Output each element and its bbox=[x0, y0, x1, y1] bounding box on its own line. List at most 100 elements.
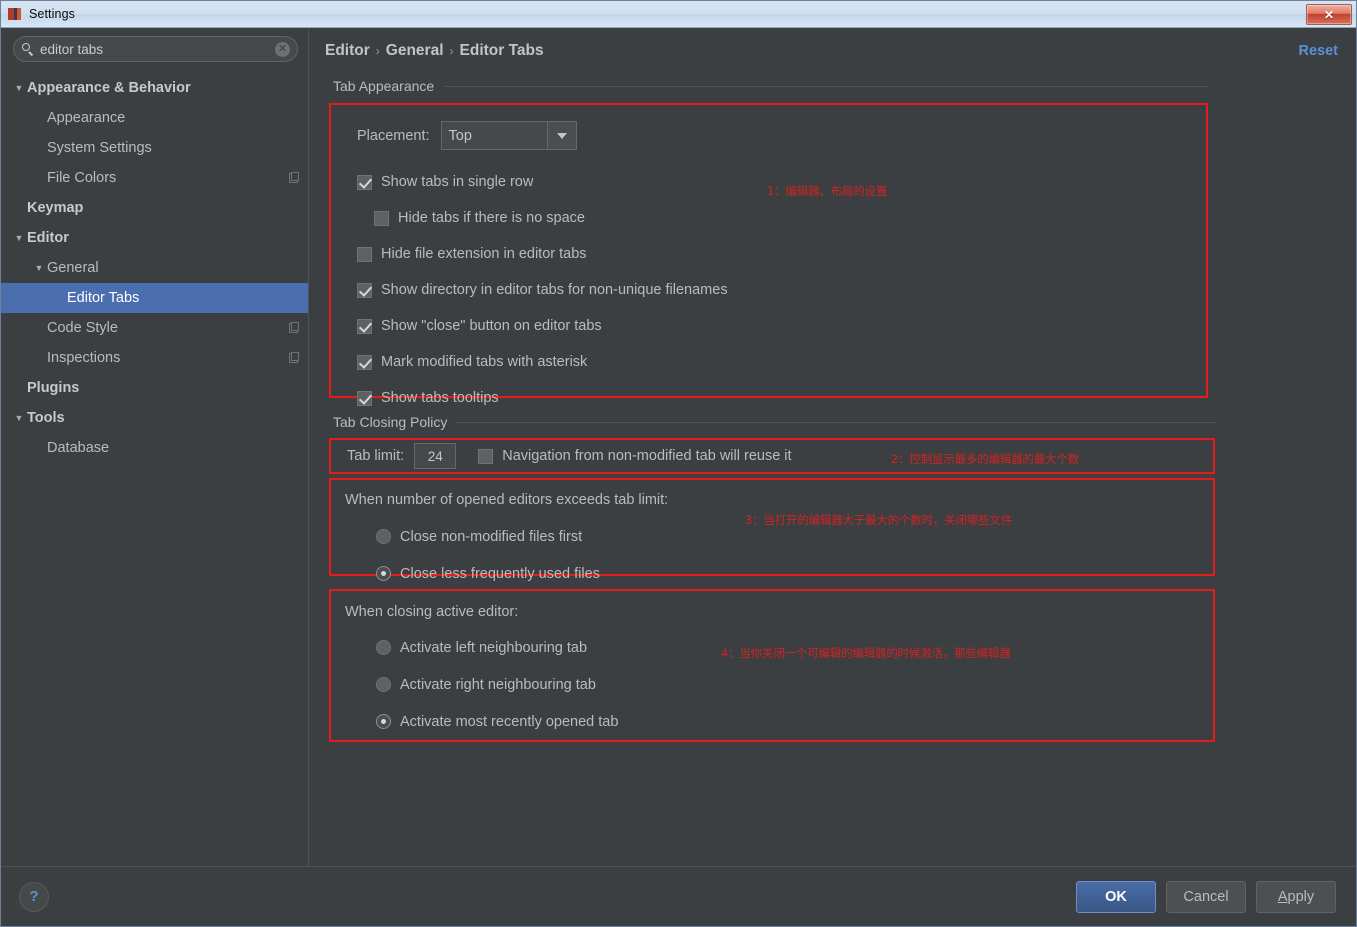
sidebar-item-plugins[interactable]: Plugins bbox=[1, 373, 308, 403]
content-row: ✕ ▼Appearance & BehaviorAppearanceSystem… bbox=[1, 28, 1356, 866]
closing-editor-highlight-box: When closing active editor: Activate lef… bbox=[329, 589, 1215, 742]
divider-2 bbox=[457, 421, 1215, 423]
cancel-button[interactable]: Cancel bbox=[1166, 880, 1246, 913]
chevron-down-icon[interactable]: ▼ bbox=[11, 233, 27, 243]
closing-group-title: When closing active editor: bbox=[345, 604, 519, 620]
sidebar-item-label: Tools bbox=[27, 410, 65, 426]
chevron-down-icon[interactable]: ▼ bbox=[11, 413, 27, 423]
settings-tree: ▼ Appearance & Behavior Appearance System S… bbox=[1, 69, 308, 866]
sidebar-item-label: Code Style bbox=[47, 320, 118, 336]
sidebar-item-system-settings[interactable]: System Settings bbox=[1, 133, 308, 163]
radio-activate-left-neighbouring-tab[interactable] bbox=[376, 640, 391, 655]
sidebar-item-appearance[interactable]: Appearance bbox=[1, 103, 308, 133]
checkbox-hide-tabs-if-there-is-no-space[interactable] bbox=[374, 210, 389, 226]
annotation-note-4: 4：当你关闭一个可编辑的编辑器的时候激活，那些编辑器 bbox=[721, 646, 1011, 660]
tab-appearance-checkbox-list: Show tabs in single row Hide tabs if ther… bbox=[357, 164, 1206, 416]
tab-appearance-title: Tab Appearance bbox=[333, 78, 435, 94]
settings-sidebar: ✕ ▼Appearance & BehaviorAppearanceSystem… bbox=[1, 28, 309, 866]
radio-activate-right-neighbouring-tab[interactable] bbox=[376, 677, 391, 692]
sidebar-item-label: Plugins bbox=[27, 380, 80, 396]
checkbox-show-close-button-on-editor-tabs[interactable] bbox=[357, 318, 372, 334]
settings-main-panel: Editor › General › Editor Tabs Reset Tab… bbox=[309, 28, 1356, 866]
search-icon bbox=[22, 42, 35, 56]
help-button[interactable]: ? bbox=[19, 881, 49, 912]
exceeds-group-title: When number of opened editors exceeds ta… bbox=[345, 492, 669, 508]
checkbox-label: Hide file extension in editor tabs bbox=[381, 246, 587, 262]
sidebar-item-label: Appearance & Behavior bbox=[27, 80, 191, 96]
close-icon[interactable]: ✕ bbox=[1306, 4, 1352, 25]
sidebar-item-label: File Colors bbox=[47, 170, 117, 186]
divider bbox=[444, 85, 1208, 87]
chevron-down-icon[interactable]: ▼ bbox=[11, 83, 27, 93]
placement-dropdown[interactable]: Top bbox=[440, 121, 577, 150]
checkbox-show-tabs-tooltips[interactable] bbox=[357, 390, 372, 406]
sidebar-item-database[interactable]: Database bbox=[1, 433, 308, 463]
sidebar-item-general[interactable]: ▼ General bbox=[1, 253, 308, 283]
settings-window: Settings ✕ ✕ ▼Appearance & BehaviorAppea… bbox=[0, 0, 1357, 927]
config-page-icon bbox=[288, 322, 300, 334]
checkbox-label: Hide tabs if there is no space bbox=[398, 210, 585, 226]
checkbox-label: Show "close" button on editor tabs bbox=[381, 318, 602, 334]
placement-row: Placement: Top bbox=[357, 121, 1206, 150]
tab-limit-input[interactable] bbox=[414, 443, 457, 469]
checkbox-label: Show tabs in single row bbox=[381, 174, 534, 190]
dialog-buttons: OK Cancel Apply bbox=[1076, 880, 1336, 913]
search-input[interactable] bbox=[35, 37, 275, 61]
tab-appearance-section: Tab Appearance Placement: Top Show tabs … bbox=[329, 78, 1208, 406]
checkbox-show-directory-in-editor-tabs-for-non-unique-filenames[interactable] bbox=[357, 282, 372, 298]
search-wrapper: ✕ bbox=[1, 28, 308, 69]
radio-label: Activate most recently opened tab bbox=[400, 713, 619, 730]
radio-close-less-frequently-used-files[interactable] bbox=[376, 566, 391, 581]
checkbox-row: Hide tabs if there is no space bbox=[357, 200, 1206, 236]
tab-closing-policy-title: Tab Closing Policy bbox=[333, 414, 448, 430]
sidebar-item-tools[interactable]: ▼ Tools bbox=[1, 403, 308, 433]
config-page-icon bbox=[288, 352, 300, 364]
search-box[interactable]: ✕ bbox=[13, 36, 298, 62]
clear-search-icon[interactable]: ✕ bbox=[275, 41, 290, 57]
config-page-icon bbox=[288, 172, 300, 184]
radio-label: Activate left neighbouring tab bbox=[400, 639, 588, 656]
tab-closing-policy-section: Tab Closing Policy Tab limit: Navigation… bbox=[329, 414, 1215, 742]
checkbox-row: Show tabs tooltips bbox=[357, 380, 1206, 416]
sidebar-item-file-colors[interactable]: File Colors bbox=[1, 163, 308, 193]
sidebar-item-label: General bbox=[47, 260, 99, 276]
chevron-down-icon[interactable]: ▼ bbox=[31, 263, 47, 273]
tab-appearance-header: Tab Appearance bbox=[329, 78, 1208, 94]
radio-row: Activate right neighbouring tab bbox=[376, 666, 1213, 703]
radio-close-non-modified-files-first[interactable] bbox=[376, 529, 391, 544]
placement-label: Placement: bbox=[357, 127, 430, 144]
tab-limit-label: Tab limit: bbox=[347, 448, 405, 464]
checkbox-show-tabs-in-single-row[interactable] bbox=[357, 174, 372, 190]
breadcrumb-part-general[interactable]: General bbox=[386, 42, 444, 60]
sidebar-item-editor-tabs[interactable]: Editor Tabs bbox=[1, 283, 308, 313]
apply-rest: pply bbox=[1287, 888, 1315, 905]
breadcrumb-separator: › bbox=[375, 44, 380, 58]
window-title: Settings bbox=[29, 7, 75, 21]
sidebar-item-keymap[interactable]: Keymap bbox=[1, 193, 308, 223]
sidebar-item-appearance-behavior[interactable]: ▼ Appearance & Behavior bbox=[1, 73, 308, 103]
checkbox-mark-modified-tabs-with-asterisk[interactable] bbox=[357, 354, 372, 370]
ok-button[interactable]: OK bbox=[1076, 880, 1156, 913]
dialog-footer: ? OK Cancel Apply bbox=[1, 866, 1356, 926]
tab-appearance-highlight-box: Placement: Top Show tabs in single row Hi… bbox=[329, 103, 1208, 406]
sidebar-item-code-style[interactable]: Code Style bbox=[1, 313, 308, 343]
radio-activate-most-recently-opened-tab[interactable] bbox=[376, 714, 391, 729]
checkbox-label: Mark modified tabs with asterisk bbox=[381, 354, 588, 370]
reuse-tab-checkbox[interactable] bbox=[478, 448, 494, 464]
radio-label: Close less frequently used files bbox=[400, 565, 600, 582]
breadcrumb-separator-2: › bbox=[449, 44, 454, 58]
sidebar-item-label: Database bbox=[47, 440, 110, 456]
reset-link[interactable]: Reset bbox=[1299, 43, 1339, 59]
apply-mnemonic: A bbox=[1277, 888, 1288, 905]
reuse-tab-label: Navigation from non-modified tab will re… bbox=[502, 448, 792, 464]
sidebar-item-editor[interactable]: ▼ Editor bbox=[1, 223, 308, 253]
checkbox-row: Mark modified tabs with asterisk bbox=[357, 344, 1206, 380]
sidebar-item-inspections[interactable]: Inspections bbox=[1, 343, 308, 373]
apply-button[interactable]: Apply bbox=[1256, 880, 1336, 913]
placement-value: Top bbox=[448, 127, 472, 144]
radio-row: Close less frequently used files bbox=[376, 555, 1213, 592]
checkbox-row: Hide file extension in editor tabs bbox=[357, 236, 1206, 272]
breadcrumb-part-editor[interactable]: Editor bbox=[325, 42, 370, 60]
checkbox-hide-file-extension-in-editor-tabs[interactable] bbox=[357, 246, 372, 262]
chevron-down-icon[interactable] bbox=[546, 122, 576, 149]
